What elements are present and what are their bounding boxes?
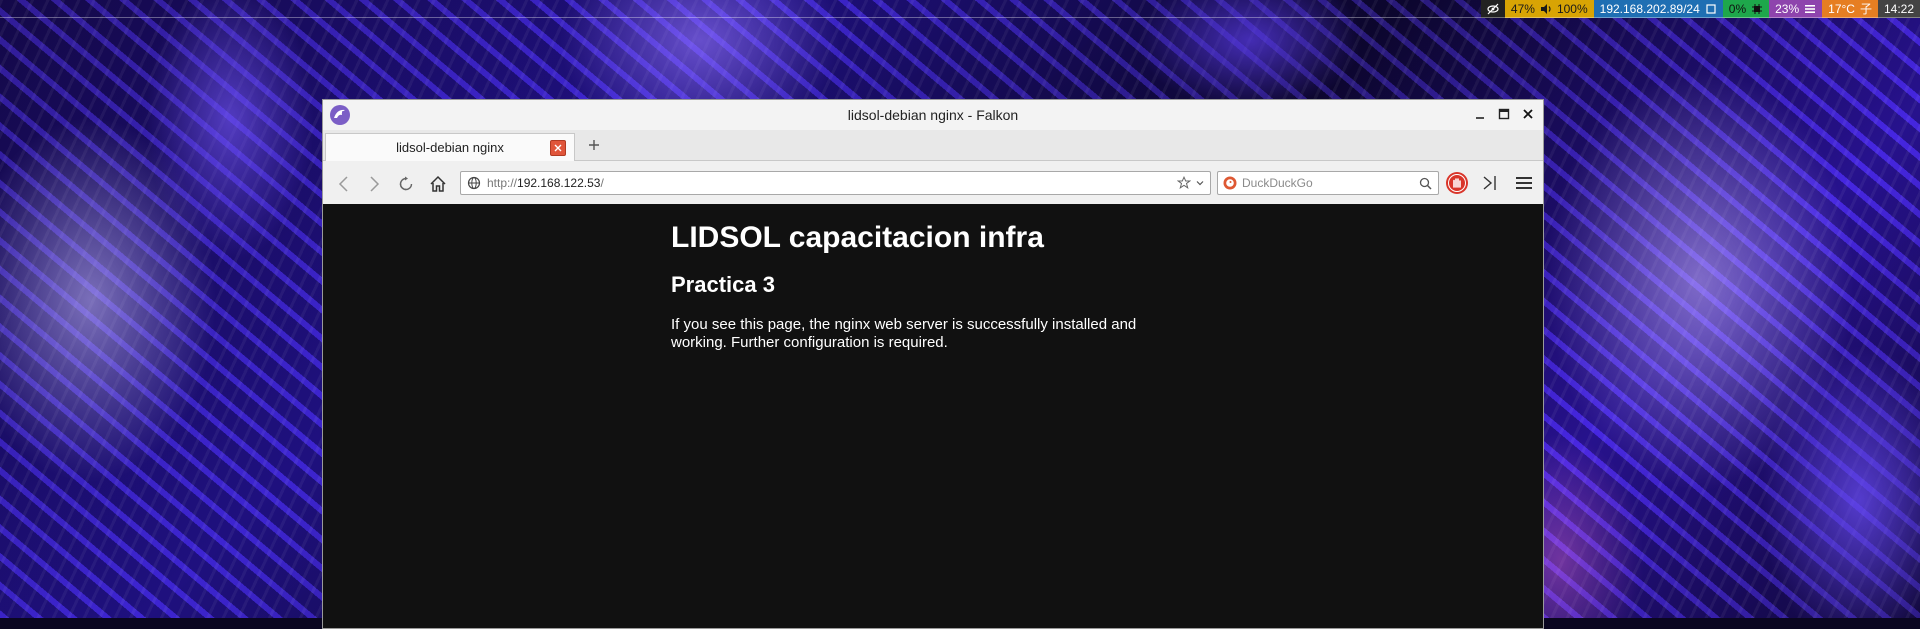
bookmark-star-icon[interactable] bbox=[1177, 176, 1191, 190]
tab-bar: lidsol-debian nginx bbox=[323, 130, 1543, 161]
forward-button[interactable] bbox=[363, 173, 385, 195]
reload-button[interactable] bbox=[395, 173, 417, 195]
memory-percent: 23% bbox=[1775, 2, 1800, 16]
sidebar-toggle-button[interactable] bbox=[1479, 172, 1501, 194]
address-bar[interactable]: http:// 192.168.122.53 / bbox=[460, 171, 1211, 195]
window-title: lidsol-debian nginx - Falkon bbox=[847, 107, 1019, 123]
web-page-viewport: LIDSOL capacitacion infra Practica 3 If … bbox=[323, 204, 1543, 628]
url-scheme: http:// bbox=[487, 176, 518, 190]
search-icon[interactable] bbox=[1419, 177, 1432, 190]
chevron-down-icon[interactable] bbox=[1195, 178, 1205, 188]
back-button[interactable] bbox=[333, 173, 355, 195]
duckduckgo-icon bbox=[1223, 176, 1237, 190]
weather-glyph: 子 bbox=[1859, 2, 1872, 16]
navigation-toolbar: http:// 192.168.122.53 / DuckDuckGo bbox=[323, 161, 1543, 205]
cpu-icon bbox=[1752, 4, 1763, 14]
url-path: / bbox=[600, 176, 604, 190]
page-subheading: Practica 3 bbox=[671, 272, 775, 297]
close-tab-icon bbox=[554, 144, 562, 152]
close-icon bbox=[1523, 109, 1533, 119]
main-menu-button[interactable] bbox=[1513, 172, 1535, 194]
maximize-icon bbox=[1498, 108, 1510, 120]
tab-nginx[interactable]: lidsol-debian nginx bbox=[325, 133, 575, 161]
network-segment[interactable]: 192.168.202.89/24 bbox=[1593, 0, 1723, 18]
cpu-segment[interactable]: 0% bbox=[1722, 0, 1770, 18]
maximize-button[interactable] bbox=[1495, 105, 1513, 123]
window-titlebar[interactable]: lidsol-debian nginx - Falkon bbox=[323, 100, 1543, 130]
adblock-button[interactable] bbox=[1445, 171, 1469, 195]
reload-icon bbox=[399, 176, 413, 191]
page-heading: LIDSOL capacitacion infra bbox=[671, 221, 1044, 254]
clock-segment[interactable]: 14:22 bbox=[1877, 0, 1920, 18]
clock: 14:22 bbox=[1883, 2, 1914, 16]
weather-segment[interactable]: 17°C 子 bbox=[1822, 0, 1878, 18]
sidebar-toggle-icon bbox=[1483, 176, 1496, 190]
speaker-icon bbox=[1540, 4, 1551, 14]
tab-close-button[interactable] bbox=[550, 140, 566, 156]
privacy-indicator[interactable] bbox=[1480, 0, 1505, 18]
plus-icon bbox=[589, 140, 599, 150]
eye-off-icon bbox=[1487, 3, 1499, 15]
minimize-button[interactable] bbox=[1471, 105, 1489, 123]
memory-icon bbox=[1805, 5, 1816, 13]
home-button[interactable] bbox=[427, 173, 449, 195]
volume-percent: 100% bbox=[1556, 2, 1588, 16]
battery-percent: 47% bbox=[1510, 2, 1535, 16]
home-icon bbox=[430, 175, 446, 192]
cpu-percent: 0% bbox=[1728, 2, 1747, 16]
adblock-hand-icon bbox=[1446, 172, 1468, 194]
search-input: DuckDuckGo bbox=[1242, 176, 1313, 190]
search-bar[interactable]: DuckDuckGo bbox=[1217, 171, 1439, 195]
url-host: 192.168.122.53 bbox=[517, 176, 601, 190]
memory-segment[interactable]: 23% bbox=[1769, 0, 1823, 18]
battery-volume-segment[interactable]: 47% 100% bbox=[1504, 0, 1594, 18]
temperature: 17°C bbox=[1828, 2, 1855, 16]
nginx-page: LIDSOL capacitacion infra Practica 3 If … bbox=[671, 220, 1151, 352]
tab-label: lidsol-debian nginx bbox=[396, 140, 504, 155]
chevron-left-icon bbox=[338, 176, 348, 192]
browser-window: lidsol-debian nginx - Falkon lidsol-debi… bbox=[322, 99, 1544, 629]
chevron-right-icon bbox=[370, 176, 380, 192]
window-controls bbox=[1471, 105, 1537, 123]
minimize-icon bbox=[1476, 117, 1484, 119]
status-bar: 47% 100% 192.168.202.89/24 0% 23% 17°C 子… bbox=[0, 0, 1920, 18]
ip-address: 192.168.202.89/24 bbox=[1599, 2, 1700, 16]
falkon-logo-icon bbox=[330, 105, 350, 125]
new-tab-button[interactable] bbox=[585, 136, 603, 154]
globe-icon bbox=[467, 176, 481, 190]
close-window-button[interactable] bbox=[1519, 105, 1537, 123]
network-icon bbox=[1706, 4, 1716, 14]
hamburger-menu-icon bbox=[1516, 177, 1532, 189]
page-body-text: If you see this page, the nginx web serv… bbox=[671, 316, 1137, 351]
